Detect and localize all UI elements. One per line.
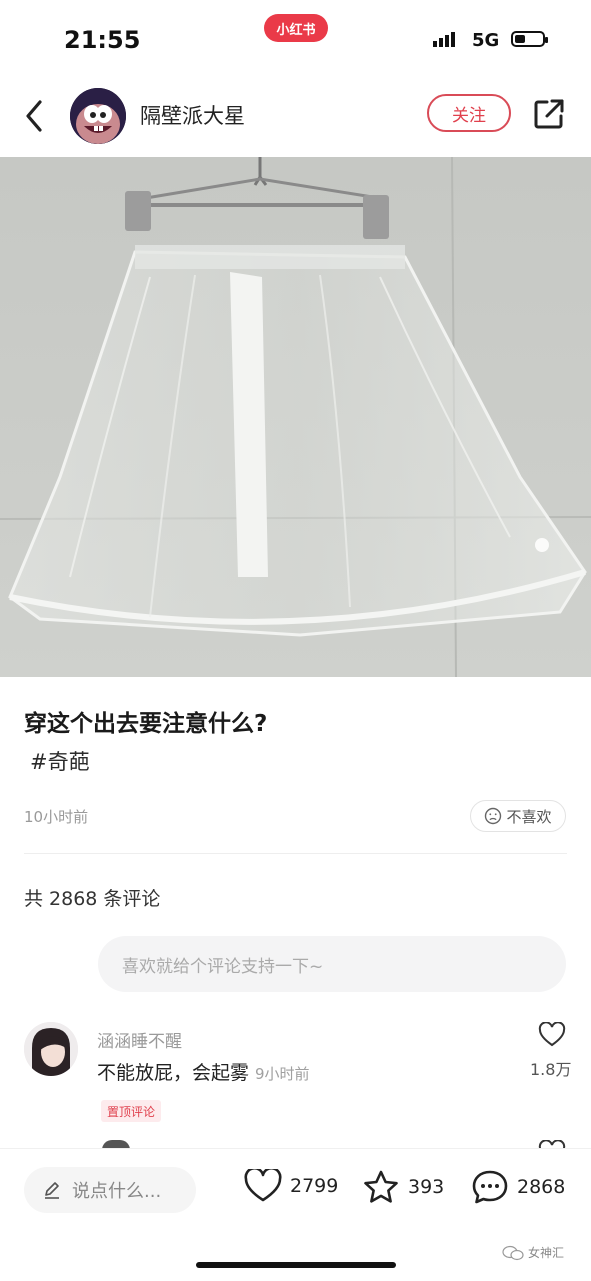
- comment-like-button[interactable]: [538, 1021, 566, 1048]
- back-icon: [26, 100, 42, 132]
- say-something-input[interactable]: 说点什么...: [24, 1167, 196, 1213]
- comment-avatar[interactable]: [24, 1022, 78, 1076]
- heart-icon: [244, 1169, 282, 1202]
- comment-bubble-icon: [472, 1170, 508, 1204]
- comment-time: 9小时前: [255, 1065, 310, 1083]
- dislike-label: 不喜欢: [506, 807, 552, 826]
- comment-count: 共 2868 条评论: [24, 888, 161, 910]
- author-name[interactable]: 隔壁派大星: [140, 100, 245, 130]
- favorite-button[interactable]: 393: [362, 1169, 444, 1205]
- share-icon: [534, 99, 564, 129]
- divider: [24, 853, 567, 854]
- comment-body: 不能放屁，会起雾: [97, 1062, 250, 1084]
- post-image[interactable]: [0, 157, 591, 677]
- like-count: 2799: [290, 1175, 339, 1197]
- pinned-badge: 置顶评论: [101, 1100, 162, 1122]
- comment-like-count: 1.8万: [530, 1060, 572, 1079]
- network-type: 5G: [472, 30, 500, 51]
- back-button[interactable]: [20, 96, 52, 136]
- home-indicator[interactable]: [196, 1262, 396, 1268]
- post-header: 隔壁派大星 关注: [0, 82, 591, 152]
- signal-icon: [433, 32, 455, 47]
- dislike-face-icon: [485, 807, 502, 825]
- comment-username[interactable]: 涵涵睡不醒: [97, 1027, 182, 1052]
- like-button[interactable]: 2799: [244, 1169, 338, 1203]
- dislike-button[interactable]: 不喜欢: [470, 800, 566, 832]
- post-tag[interactable]: #奇葩: [30, 746, 90, 776]
- status-time: 21:55: [64, 26, 141, 54]
- author-avatar[interactable]: [70, 88, 126, 144]
- favorite-count: 393: [408, 1176, 445, 1198]
- post-title: 穿这个出去要注意什么?: [24, 711, 268, 737]
- comment-text: 不能放屁，会起雾 9小时前: [97, 1058, 310, 1085]
- battery-icon: [511, 31, 548, 47]
- comment-total: 2868: [517, 1176, 566, 1198]
- post-time: 10小时前: [24, 808, 89, 826]
- heart-icon: [538, 1021, 566, 1047]
- wechat-icon: [502, 1245, 524, 1260]
- watermark-text: 女神汇: [528, 1246, 565, 1260]
- status-bar: 21:55 小红书 5G: [0, 0, 591, 80]
- watermark: 女神汇: [502, 1244, 564, 1261]
- comment-input[interactable]: 喜欢就给个评论支持一下~: [98, 936, 566, 992]
- follow-button[interactable]: 关注: [427, 94, 511, 132]
- comment-button[interactable]: 2868: [471, 1169, 565, 1205]
- brand-badge: 小红书: [264, 14, 328, 42]
- star-icon: [364, 1170, 398, 1203]
- pencil-icon: [45, 1182, 59, 1199]
- bottom-action-bar: 说点什么... 2799 393 2868 女神汇: [0, 1148, 591, 1281]
- say-placeholder: 说点什么...: [72, 1181, 162, 1202]
- share-button[interactable]: [531, 96, 567, 132]
